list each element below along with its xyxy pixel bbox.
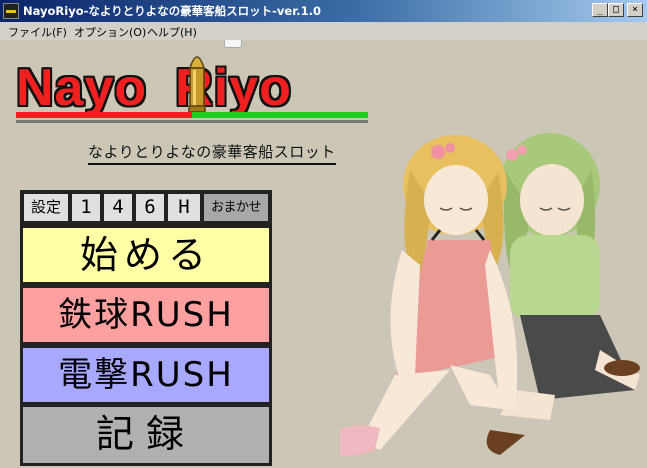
close-button[interactable]: × xyxy=(627,3,643,17)
setting-6-button[interactable]: 6 xyxy=(136,194,164,221)
tekkyu-rush-button[interactable]: 鉄球RUSH xyxy=(20,285,272,345)
character-illustration xyxy=(340,133,640,456)
subtitle: なよりとりよなの豪華客船スロット xyxy=(88,141,336,165)
setting-1-button[interactable]: 1 xyxy=(72,194,100,221)
setting-4-button[interactable]: 4 xyxy=(104,194,132,221)
minimize-button[interactable]: _ xyxy=(592,3,608,17)
setting-label: 設定 xyxy=(24,194,68,221)
setting-auto-button[interactable]: おまかせ xyxy=(204,194,268,221)
logo-left: Nayo xyxy=(16,59,148,117)
main-screen: Nayo Riyo なよりとりよなの豪華客船スロット 設定 1 4 6 H おまか… xyxy=(0,40,647,468)
logo-text: Nayo Riyo xyxy=(16,58,292,118)
records-button[interactable]: 記録 xyxy=(20,404,272,466)
menu-options[interactable]: オプション(O) xyxy=(74,24,146,40)
setting-selector: 設定 1 4 6 H おまかせ xyxy=(20,190,272,225)
app-icon[interactable] xyxy=(3,3,19,19)
menu-file[interactable]: ファイル(F) xyxy=(8,24,67,40)
bullet-icon xyxy=(188,56,206,113)
setting-h-button[interactable]: H xyxy=(168,194,200,221)
maximize-button[interactable]: □ xyxy=(608,3,624,17)
dengeki-rush-button[interactable]: 電撃RUSH xyxy=(20,345,272,405)
start-button[interactable]: 始める xyxy=(20,225,272,285)
menu-help[interactable]: ヘルプ(H) xyxy=(147,24,197,40)
window-title: NayoRiyo-なよりとりよなの豪華客船スロット-ver.1.0 xyxy=(23,4,322,18)
logo-underline-shadow xyxy=(16,120,368,123)
logo-underline-red xyxy=(16,112,192,118)
title-bar: NayoRiyo-なよりとりよなの豪華客船スロット-ver.1.0 _ □ × xyxy=(0,0,647,22)
lamp-icon xyxy=(224,40,242,48)
menu-bar: ファイル(F) オプション(O) ヘルプ(H) xyxy=(0,22,647,40)
